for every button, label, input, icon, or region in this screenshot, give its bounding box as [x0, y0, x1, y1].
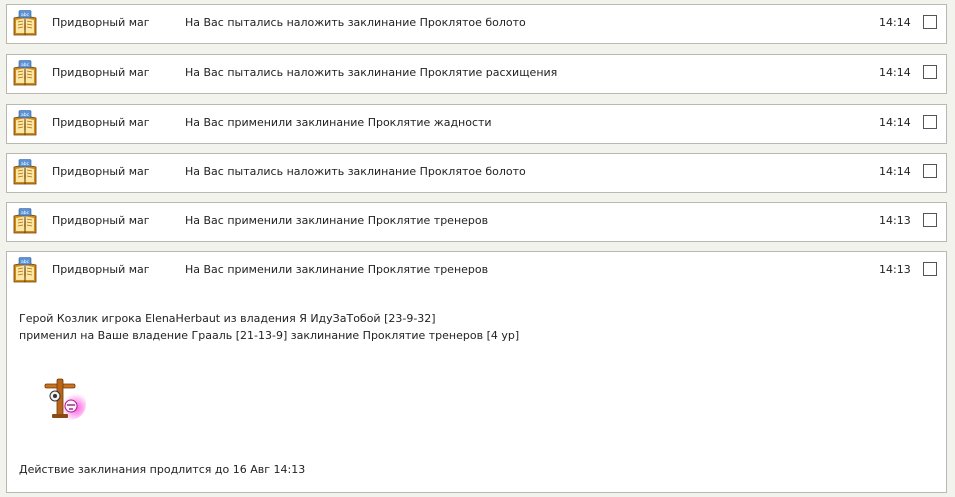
spell-book-icon — [12, 60, 38, 87]
message-checkbox[interactable] — [923, 115, 937, 129]
message-subject[interactable]: На Вас пытались наложить заклинание Прок… — [185, 165, 526, 178]
message-item[interactable]: Придворный маг На Вас применили заклинан… — [6, 104, 947, 144]
spell-book-icon — [12, 110, 38, 137]
message-item[interactable]: Придворный маг На Вас пытались наложить … — [6, 54, 947, 94]
message-time: 14:13 — [879, 214, 911, 227]
spell-book-icon — [12, 257, 38, 284]
spell-book-icon — [12, 208, 38, 235]
message-sender: Придворный маг — [52, 263, 150, 276]
message-time: 14:14 — [879, 165, 911, 178]
message-item[interactable]: Придворный маг На Вас пытались наложить … — [6, 153, 947, 193]
message-item-expanded[interactable]: Придворный маг На Вас применили заклинан… — [6, 251, 947, 493]
message-time: 14:13 — [879, 263, 911, 276]
message-checkbox[interactable] — [923, 15, 937, 29]
message-header[interactable]: Придворный маг На Вас применили заклинан… — [7, 252, 946, 288]
spell-duration-text: Действие заклинания продлится до 16 Авг … — [19, 463, 306, 476]
message-time: 14:14 — [879, 16, 911, 29]
message-subject[interactable]: На Вас применили заклинание Проклятие тр… — [185, 214, 488, 227]
message-header[interactable]: Придворный маг На Вас пытались наложить … — [7, 5, 946, 41]
message-subject[interactable]: На Вас применили заклинание Проклятие тр… — [185, 263, 488, 276]
message-sender: Придворный маг — [52, 116, 150, 129]
message-list: Придворный маг На Вас пытались наложить … — [0, 0, 955, 497]
message-checkbox[interactable] — [923, 262, 937, 276]
trainer-curse-icon — [44, 378, 86, 420]
message-sender: Придворный маг — [52, 214, 150, 227]
message-time: 14:14 — [879, 116, 911, 129]
message-checkbox[interactable] — [923, 65, 937, 79]
message-sender: Придворный маг — [52, 165, 150, 178]
message-body: Герой Козлик игрока ElenaHerbaut из влад… — [19, 310, 519, 344]
message-subject[interactable]: На Вас пытались наложить заклинание Прок… — [185, 16, 526, 29]
message-time: 14:14 — [879, 66, 911, 79]
message-header[interactable]: Придворный маг На Вас применили заклинан… — [7, 105, 946, 141]
message-subject[interactable]: На Вас пытались наложить заклинание Прок… — [185, 66, 557, 79]
message-header[interactable]: Придворный маг На Вас применили заклинан… — [7, 203, 946, 239]
message-sender: Придворный маг — [52, 66, 150, 79]
message-checkbox[interactable] — [923, 213, 937, 227]
message-checkbox[interactable] — [923, 164, 937, 178]
spell-book-icon — [12, 10, 38, 37]
spell-book-icon — [12, 159, 38, 186]
message-header[interactable]: Придворный маг На Вас пытались наложить … — [7, 55, 946, 91]
message-item[interactable]: Придворный маг На Вас пытались наложить … — [6, 4, 947, 44]
message-subject[interactable]: На Вас применили заклинание Проклятие жа… — [185, 116, 492, 129]
message-sender: Придворный маг — [52, 16, 150, 29]
message-header[interactable]: Придворный маг На Вас пытались наложить … — [7, 154, 946, 190]
message-body-line: Герой Козлик игрока ElenaHerbaut из влад… — [19, 312, 436, 325]
message-item[interactable]: Придворный маг На Вас применили заклинан… — [6, 202, 947, 242]
message-body-line: применил на Ваше владение Грааль [21-13-… — [19, 329, 520, 342]
